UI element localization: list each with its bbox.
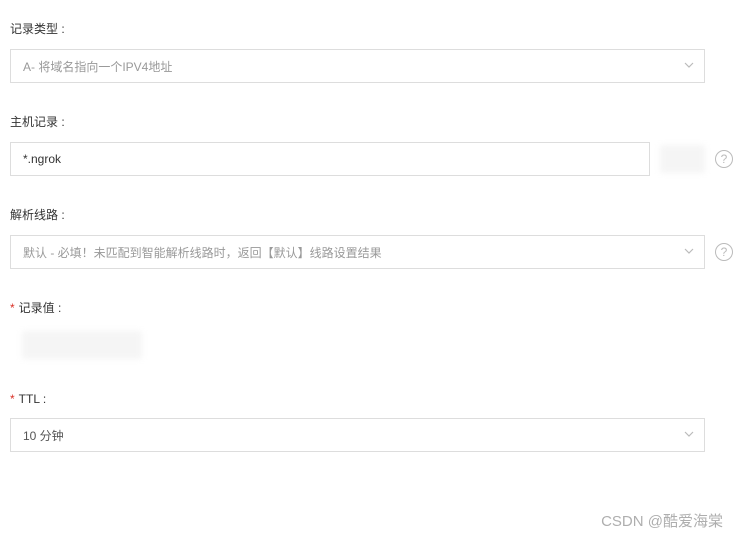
ttl-value: 10 分钟 bbox=[23, 427, 64, 444]
ttl-select[interactable]: 10 分钟 bbox=[10, 418, 705, 452]
ttl-label-row: * TTL : bbox=[10, 392, 733, 406]
record-type-field-row: A- 将域名指向一个IPV4地址 bbox=[10, 49, 733, 83]
chevron-down-icon bbox=[684, 245, 694, 259]
record-type-group: 记录类型 : A- 将域名指向一个IPV4地址 bbox=[10, 20, 733, 83]
help-glyph: ? bbox=[721, 152, 728, 166]
resolution-line-label: 解析线路 : bbox=[10, 206, 65, 223]
record-value-input[interactable] bbox=[10, 328, 705, 362]
record-value-blurred bbox=[22, 331, 142, 359]
record-value-label: 记录值 : bbox=[19, 299, 62, 316]
chevron-down-icon bbox=[684, 59, 694, 73]
chevron-down-icon bbox=[684, 428, 694, 442]
record-type-label-row: 记录类型 : bbox=[10, 20, 733, 37]
resolution-line-select[interactable]: 默认 - 必填！未匹配到智能解析线路时，返回【默认】线路设置结果 bbox=[10, 235, 705, 269]
record-type-select[interactable]: A- 将域名指向一个IPV4地址 bbox=[10, 49, 705, 83]
host-record-group: 主机记录 : ? bbox=[10, 113, 733, 176]
resolution-line-label-row: 解析线路 : bbox=[10, 206, 733, 223]
ttl-label: TTL : bbox=[19, 392, 47, 406]
ttl-field-row: 10 分钟 bbox=[10, 418, 733, 452]
required-star: * bbox=[10, 392, 15, 406]
watermark: CSDN @酷爱海棠 bbox=[601, 510, 723, 531]
host-record-label: 主机记录 : bbox=[10, 113, 65, 130]
ttl-group: * TTL : 10 分钟 bbox=[10, 392, 733, 452]
required-star: * bbox=[10, 301, 15, 315]
record-value-label-row: * 记录值 : bbox=[10, 299, 733, 316]
resolution-line-value: 默认 - 必填！未匹配到智能解析线路时，返回【默认】线路设置结果 bbox=[23, 244, 382, 261]
record-value-group: * 记录值 : bbox=[10, 299, 733, 362]
host-record-input[interactable] bbox=[10, 142, 650, 176]
record-type-value: A- 将域名指向一个IPV4地址 bbox=[23, 58, 172, 75]
record-value-field-row bbox=[10, 328, 733, 362]
host-record-field-row: ? bbox=[10, 142, 733, 176]
resolution-line-field-row: 默认 - 必填！未匹配到智能解析线路时，返回【默认】线路设置结果 ? bbox=[10, 235, 733, 269]
resolution-line-group: 解析线路 : 默认 - 必填！未匹配到智能解析线路时，返回【默认】线路设置结果 … bbox=[10, 206, 733, 269]
record-type-label: 记录类型 : bbox=[10, 20, 65, 37]
help-icon[interactable]: ? bbox=[715, 150, 733, 168]
host-record-label-row: 主机记录 : bbox=[10, 113, 733, 130]
help-glyph: ? bbox=[721, 245, 728, 259]
host-record-suffix-blurred bbox=[660, 145, 705, 173]
help-icon[interactable]: ? bbox=[715, 243, 733, 261]
